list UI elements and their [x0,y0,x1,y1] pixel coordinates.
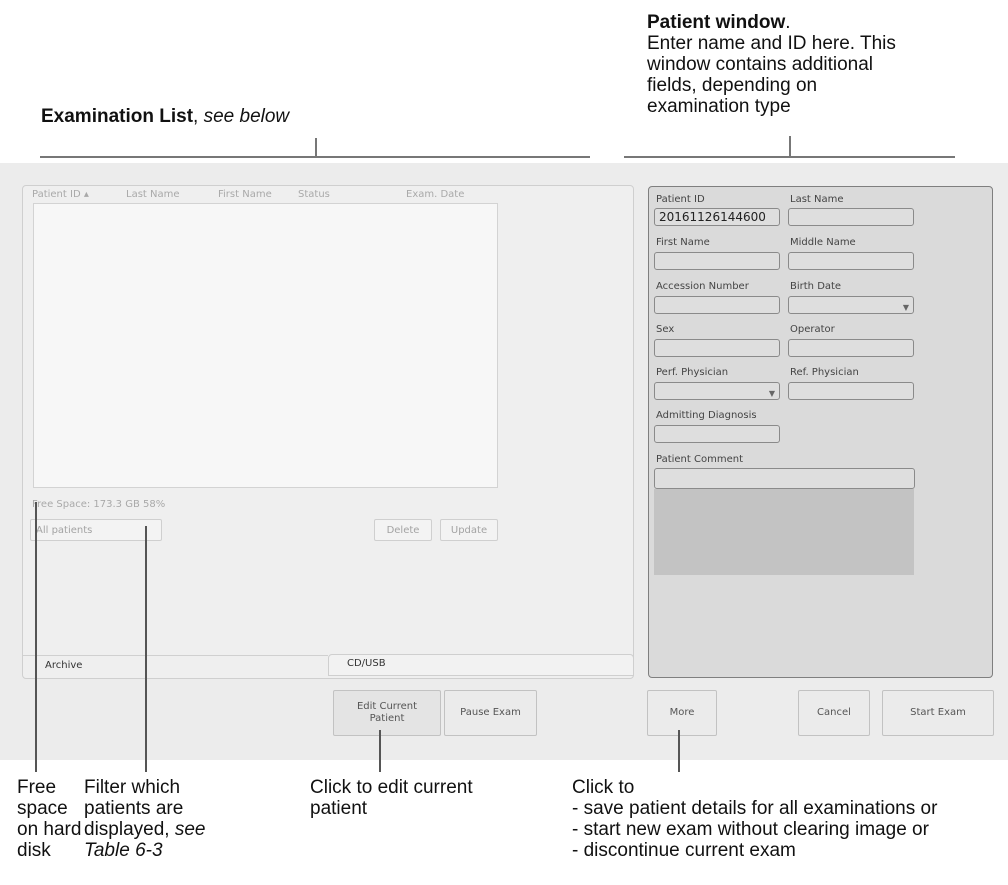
free-space-annotation-line: space [17,798,68,819]
more-annotation-line: - save patient details for all examinati… [572,798,938,819]
perf-physician-dropdown[interactable] [654,382,780,402]
patient-window-bracket-tick [789,136,791,157]
more-label: More [669,707,695,718]
patient-filter-dropdown[interactable]: All patients [30,519,162,541]
column-header-status[interactable]: Status [298,189,330,200]
filter-annotation-line: displayed, [84,819,175,840]
ref-physician-label: Ref. Physician [790,367,859,378]
pause-exam-label: Pause Exam [460,707,521,718]
operator-field[interactable] [788,339,914,357]
more-callout-line [678,730,680,772]
tab-cd-usb-label: CD/USB [347,658,386,669]
exam-list-annotation-bold: Examination List [41,106,194,127]
birth-date-label: Birth Date [790,281,842,292]
update-button-label: Update [450,524,488,536]
tab-archive[interactable]: Archive [45,660,82,671]
admitting-diagnosis-field[interactable] [654,425,780,443]
patient-filter-value: All patients [36,524,93,536]
free-space-annotation-line: disk [17,840,51,861]
middle-name-field[interactable] [788,252,914,270]
admitting-diagnosis-label: Admitting Diagnosis [656,410,757,421]
column-header-exam-date[interactable]: Exam. Date [406,189,464,200]
accession-number-label: Accession Number [656,281,749,292]
cancel-label: Cancel [817,707,851,718]
pause-exam-button[interactable]: Pause Exam [444,690,537,736]
first-name-field[interactable] [654,252,780,270]
free-space-annotation-line: Free [17,777,57,798]
free-space-annotation-line: on hard [17,819,82,840]
filter-annotation-table-ref: Table 6-3 [84,840,163,861]
examination-list[interactable] [33,203,498,488]
patient-window-annotation-line: window contains additional [647,54,874,75]
sex-label: Sex [656,324,675,335]
patient-id-field[interactable]: 20161126144600 [654,208,780,226]
more-annotation-line: - start new exam without clearing image … [572,819,929,840]
birth-date-dropdown[interactable] [788,296,914,316]
delete-button[interactable]: Delete [374,519,432,541]
delete-button-label: Delete [386,524,420,536]
column-header-last-name[interactable]: Last Name [126,189,180,200]
patient-window-annotation-line: examination type [647,96,791,117]
filter-annotation-line: patients are [84,798,184,819]
patient-id-value: 20161126144600 [659,210,766,224]
last-name-label: Last Name [790,194,844,205]
free-space-label: Free Space: 173.3 GB 58% [32,499,166,510]
filter-annotation: Filter which patients are displayed, see… [84,777,205,861]
patient-window-annotation-period: . [785,12,791,33]
patient-comment-area[interactable] [654,489,914,575]
first-name-label: First Name [656,237,710,248]
middle-name-label: Middle Name [790,237,856,248]
exam-list-bracket-tick [315,138,317,157]
patient-comment-field[interactable] [654,468,915,489]
more-annotation-line: Click to [572,777,635,798]
cancel-button[interactable]: Cancel [798,690,870,736]
filter-annotation-italic: see [174,819,206,840]
last-name-field[interactable] [788,208,914,226]
column-header-patient-id[interactable]: Patient ID ▴ [32,189,89,200]
edit-current-patient-label-line: Patient [369,713,405,724]
start-exam-label: Start Exam [910,707,966,718]
operator-label: Operator [790,324,835,335]
patient-comment-label: Patient Comment [656,454,743,465]
ref-physician-field[interactable] [788,382,914,400]
edit-current-callout-line [379,730,381,772]
edit-current-annotation-line: patient [310,798,368,819]
accession-number-field[interactable] [654,296,780,314]
patient-window-annotation-line: fields, depending on [647,75,818,96]
patient-window-annotation-line: Enter name and ID here. This [647,33,896,54]
edit-current-patient-label-line: Edit Current [356,701,418,712]
filter-annotation-line: Filter which [84,777,181,798]
sex-field[interactable] [654,339,780,357]
exam-list-annotation-italic: see below [203,106,290,127]
start-exam-button[interactable]: Start Exam [882,690,994,736]
exam-list-annotation: Examination List, see below [41,106,289,127]
edit-current-annotation-line: Click to edit current [310,777,473,798]
free-space-callout-line [35,502,37,772]
patient-window-annotation-title: Patient window [647,12,786,33]
filter-callout-line [145,526,147,772]
edit-current-patient-button[interactable]: Edit Current Patient [333,690,441,736]
free-space-annotation: Free space on hard disk [17,777,81,861]
column-header-first-name[interactable]: First Name [218,189,272,200]
exam-list-annotation-sep: , [193,106,204,127]
more-button[interactable]: More [647,690,717,736]
tab-strip-divider [23,655,328,656]
perf-physician-label: Perf. Physician [656,367,729,378]
more-annotation-line: - discontinue current exam [572,840,796,861]
more-annotation: Click to - save patient details for all … [572,777,937,861]
edit-current-annotation: Click to edit current patient [310,777,473,819]
patient-window-annotation: Patient window. Enter name and ID here. … [647,12,896,117]
update-button[interactable]: Update [440,519,498,541]
patient-id-label: Patient ID [656,194,705,205]
